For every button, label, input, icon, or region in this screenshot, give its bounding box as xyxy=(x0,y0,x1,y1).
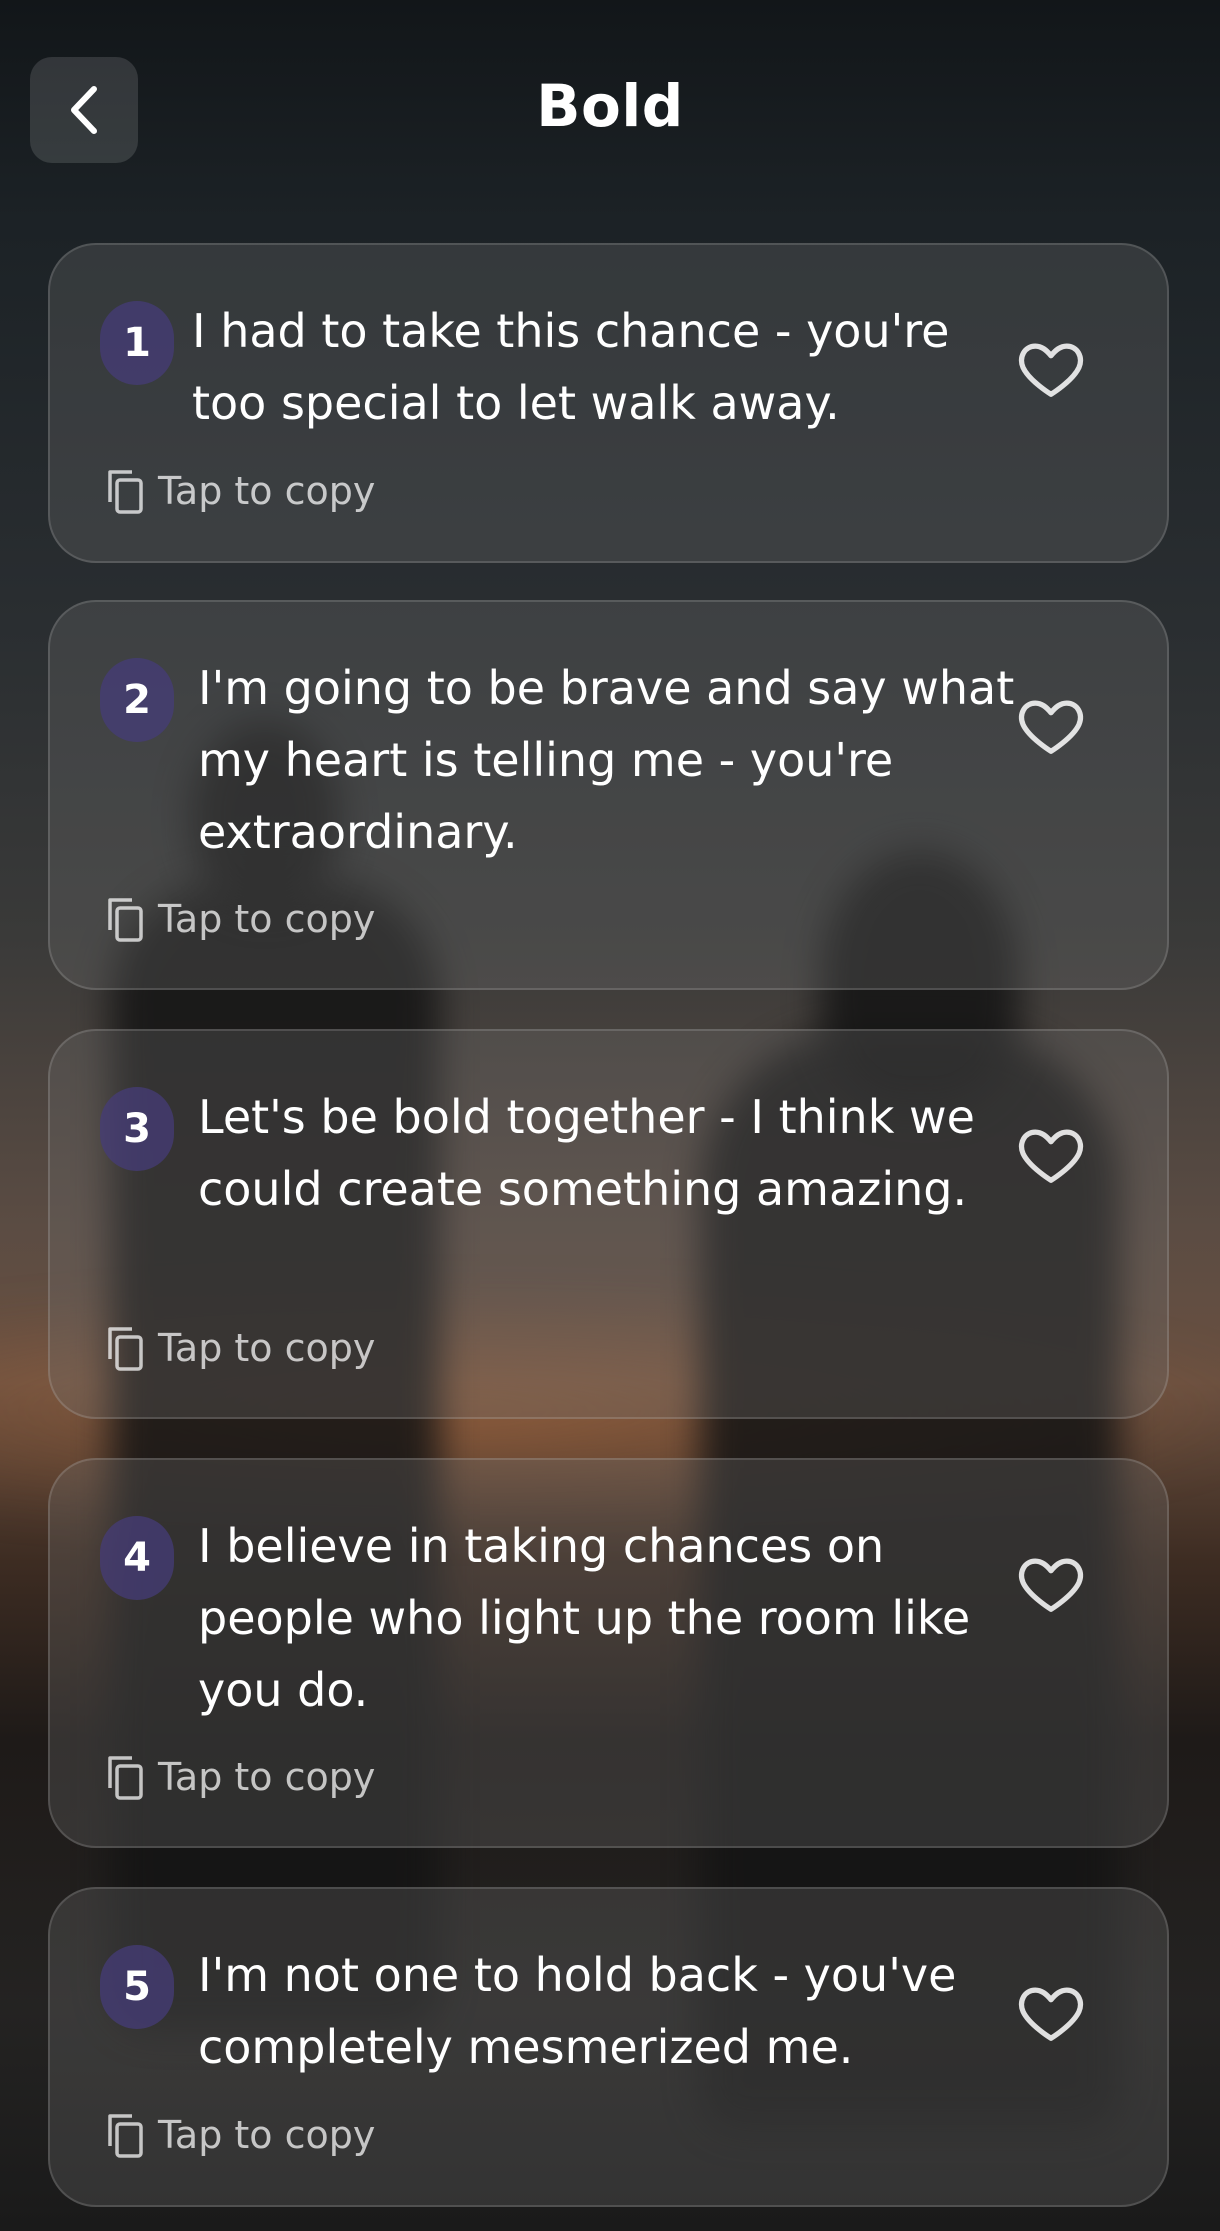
copy-icon xyxy=(108,1327,143,1371)
number-badge: 2 xyxy=(100,658,174,742)
quote-card[interactable]: 1 I had to take this chance - you're too… xyxy=(48,243,1169,563)
copy-label: Tap to copy xyxy=(158,469,376,513)
quote-text: I'm going to be brave and say what my he… xyxy=(198,661,1015,859)
copy-icon xyxy=(108,898,143,942)
header: Bold xyxy=(0,0,1220,220)
copy-action[interactable]: Tap to copy xyxy=(102,1751,375,1803)
copy-action[interactable]: Tap to copy xyxy=(102,2109,375,2161)
heart-outline-icon[interactable] xyxy=(1016,690,1086,760)
number-badge: 5 xyxy=(100,1945,174,2029)
quote-text: I had to take this chance - you're too s… xyxy=(192,304,950,430)
number-badge: 1 xyxy=(100,301,174,385)
copy-action[interactable]: Tap to copy xyxy=(102,893,375,945)
quote-card[interactable]: 5 I'm not one to hold back - you've comp… xyxy=(48,1887,1169,2207)
copy-label: Tap to copy xyxy=(158,1326,376,1370)
quote-text: I believe in taking chances on people wh… xyxy=(198,1519,971,1717)
quote-card[interactable]: 3 Let's be bold together - I think we co… xyxy=(48,1029,1169,1419)
quote-card[interactable]: 4 I believe in taking chances on people … xyxy=(48,1458,1169,1848)
copy-label: Tap to copy xyxy=(158,2113,376,2157)
quote-text: Let's be bold together - I think we coul… xyxy=(198,1090,975,1216)
heart-outline-icon[interactable] xyxy=(1016,1119,1086,1189)
heart-outline-icon[interactable] xyxy=(1016,1548,1086,1618)
page-title: Bold xyxy=(536,72,684,140)
copy-label: Tap to copy xyxy=(158,1755,376,1799)
number-badge: 4 xyxy=(100,1516,174,1600)
copy-icon xyxy=(108,1756,143,1800)
quote-card[interactable]: 2 I'm going to be brave and say what my … xyxy=(48,600,1169,990)
quote-text: I'm not one to hold back - you've comple… xyxy=(198,1948,957,2074)
copy-label: Tap to copy xyxy=(158,897,376,941)
heart-outline-icon[interactable] xyxy=(1016,1977,1086,2047)
heart-outline-icon[interactable] xyxy=(1016,333,1086,403)
copy-action[interactable]: Tap to copy xyxy=(102,1322,375,1374)
copy-icon xyxy=(108,470,143,514)
number-badge: 3 xyxy=(100,1087,174,1171)
copy-icon xyxy=(108,2114,143,2158)
copy-action[interactable]: Tap to copy xyxy=(102,465,375,517)
